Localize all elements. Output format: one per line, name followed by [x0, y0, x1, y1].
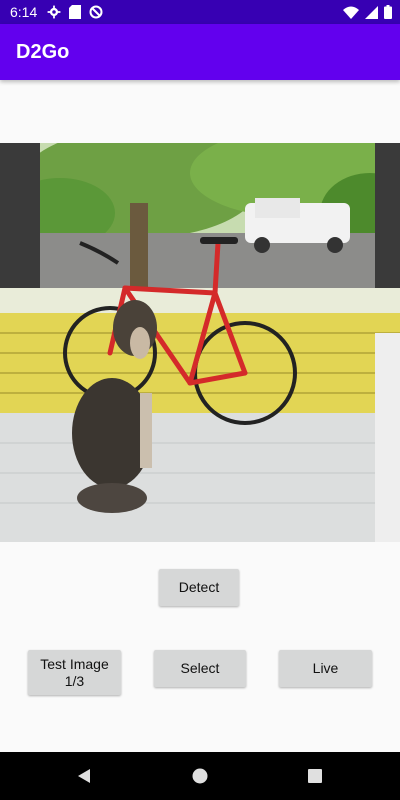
- battery-icon: [384, 5, 392, 19]
- app-title: D2Go: [16, 40, 70, 63]
- data-saver-icon: [89, 5, 103, 19]
- settings-icon: [47, 5, 61, 19]
- detection-image: [0, 143, 400, 542]
- status-icons-right: [343, 5, 392, 19]
- live-button[interactable]: Live: [279, 650, 372, 687]
- navigation-bar: [0, 752, 400, 800]
- home-icon[interactable]: [192, 768, 208, 784]
- status-icons-left: [47, 5, 103, 19]
- select-button[interactable]: Select: [154, 650, 246, 687]
- detect-button[interactable]: Detect: [159, 569, 239, 606]
- cellular-signal-icon: [365, 5, 378, 19]
- recents-icon[interactable]: [307, 768, 323, 784]
- sd-card-icon: [69, 5, 82, 19]
- status-time: 6:14: [10, 4, 38, 20]
- test-image-button[interactable]: Test Image 1/3: [28, 650, 121, 695]
- status-bar: 6:14: [0, 0, 400, 24]
- app-bar: D2Go: [0, 24, 400, 80]
- back-icon[interactable]: [76, 768, 92, 784]
- wifi-icon: [343, 6, 359, 19]
